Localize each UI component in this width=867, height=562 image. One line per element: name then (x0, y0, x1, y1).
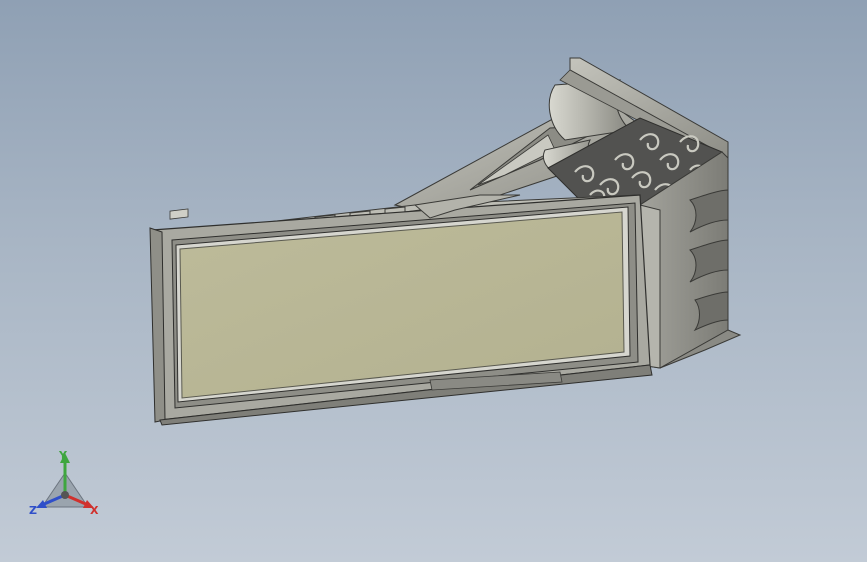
axis-triad: Y X Z (20, 445, 110, 525)
front-frame[interactable] (149, 194, 653, 426)
y-axis-label: Y (59, 449, 67, 462)
x-axis-label: X (90, 504, 99, 517)
z-axis-label: Z (29, 504, 37, 517)
graphics-viewport[interactable]: Y X Z (0, 0, 867, 562)
cad-model[interactable] (0, 0, 867, 562)
